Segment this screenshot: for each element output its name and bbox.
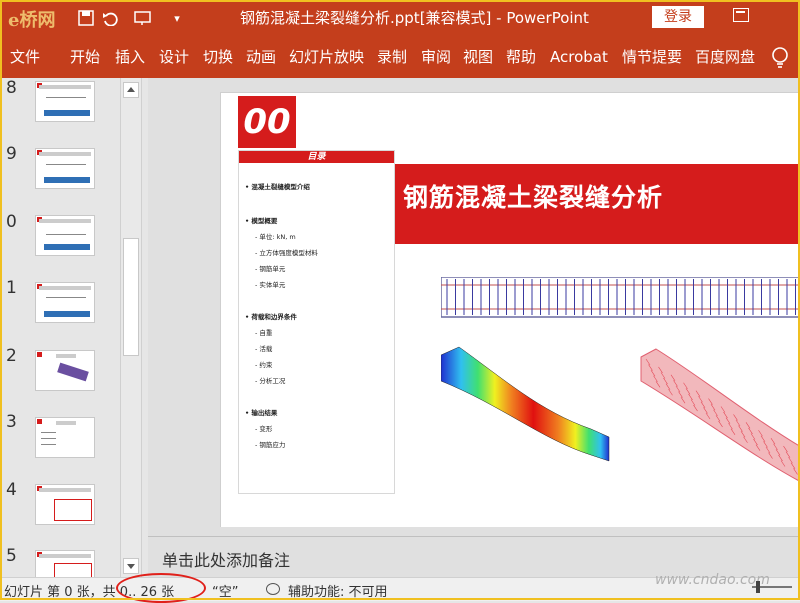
accessibility-status[interactable]: 辅助功能: 不可用 (288, 581, 388, 600)
notes-pane[interactable]: 单击此处添加备注 (148, 536, 800, 577)
slide-number: 9 (6, 144, 17, 164)
tab-design[interactable]: 设计 (159, 36, 189, 78)
beam-model-illustrations (441, 277, 800, 483)
tab-help[interactable]: 帮助 (506, 36, 536, 78)
tab-home[interactable]: 开始 (70, 36, 100, 78)
scrollbar-thumb[interactable] (123, 238, 139, 356)
tab-view[interactable]: 视图 (463, 36, 493, 78)
notes-placeholder[interactable]: 单击此处添加备注 (162, 547, 290, 571)
section-number-badge: 00 (238, 96, 296, 148)
slide-thumbnail[interactable] (35, 81, 95, 122)
tab-file[interactable]: 文件 (10, 36, 40, 78)
tab-transitions[interactable]: 切换 (203, 36, 233, 78)
customize-qat-icon[interactable]: ▾ (170, 6, 184, 30)
title-bar: e桥网 ▾ 钢筋混凝土梁裂缝分析.ppt[兼容模式] - PowerPoint … (0, 0, 800, 36)
ribbon-tabs: 文件 开始 插入 设计 切换 动画 幻灯片放映 录制 审阅 视图 帮助 Acro… (0, 36, 800, 78)
toc-item: - 自重 (255, 329, 273, 337)
toc-item: - 分析工况 (255, 377, 286, 385)
slide-number: 8 (6, 78, 17, 98)
toc-item: - 单位: kN, m (255, 233, 296, 241)
slide-canvas[interactable]: 00 目录 • 混凝土裂缝模型介绍 • 模型概要 - 单位: kN, m - 立… (220, 92, 800, 527)
lightbulb-icon[interactable] (770, 46, 790, 70)
tab-insert[interactable]: 插入 (115, 36, 145, 78)
thumbnail-scrollbar[interactable] (120, 78, 142, 578)
slide-thumbnail[interactable] (35, 215, 95, 256)
toc-item: - 变形 (255, 425, 273, 433)
slide-thumbnail[interactable] (35, 148, 95, 189)
slide-thumbnail[interactable] (35, 550, 95, 578)
slide-title: 钢筋混凝土梁裂缝分析 (403, 183, 664, 212)
slide-number: 1 (6, 278, 17, 298)
tab-record[interactable]: 录制 (377, 36, 407, 78)
crack-pattern-beam (640, 348, 800, 483)
login-button[interactable]: 登录 (652, 6, 704, 28)
tab-baidu-netdisk[interactable]: 百度网盘 (695, 36, 755, 78)
toc-item: - 钢筋单元 (255, 265, 286, 273)
toc-item: • 输出结果 (245, 409, 278, 417)
slide-thumbnail[interactable] (35, 484, 95, 525)
title-banner: 钢筋混凝土梁裂缝分析 (395, 164, 800, 244)
toc-item: - 约束 (255, 361, 273, 369)
toc-item: - 活载 (255, 345, 273, 353)
rebar-cage-illustration (441, 277, 800, 318)
slide-number: 4 (6, 480, 17, 500)
slide-number: 3 (6, 412, 17, 432)
save-icon[interactable] (74, 6, 98, 30)
toc-header: 目录 (239, 151, 394, 163)
fea-deformation-beam (441, 346, 610, 462)
toc-item: • 荷载和边界条件 (245, 313, 297, 321)
slide-number: 5 (6, 546, 17, 566)
tab-slideshow[interactable]: 幻灯片放映 (289, 36, 364, 78)
slide-number: 2 (6, 346, 17, 366)
window-title: 钢筋混凝土梁裂缝分析.ppt[兼容模式] - PowerPoint (240, 9, 589, 27)
toc-item: • 模型概要 (245, 217, 278, 225)
slide-thumbnail[interactable] (35, 282, 95, 323)
tab-storyboard[interactable]: 情节提要 (622, 36, 682, 78)
scroll-up-icon[interactable] (123, 82, 139, 98)
slide-number: 0 (6, 212, 17, 232)
scroll-down-icon[interactable] (123, 558, 139, 574)
toc-item: - 实体单元 (255, 281, 286, 289)
tab-acrobat[interactable]: Acrobat (550, 36, 608, 78)
undo-icon[interactable] (98, 6, 122, 30)
highlight-annotation (116, 573, 206, 603)
accessibility-icon (266, 583, 280, 595)
slide-thumbnail-pane: 8 9 0 1 2 3 4 5 (0, 78, 120, 578)
toc-item: - 钢筋应力 (255, 441, 286, 449)
tab-review[interactable]: 审阅 (421, 36, 451, 78)
tab-animations[interactable]: 动画 (246, 36, 276, 78)
zoom-slider-knob[interactable] (756, 581, 760, 593)
ribbon-display-options-icon[interactable] (733, 8, 749, 22)
toc-item: - 立方体强度模型材料 (255, 249, 318, 257)
language-status[interactable]: “空” (212, 581, 238, 600)
slide-thumbnail[interactable] (35, 350, 95, 391)
presentation-icon[interactable] (130, 6, 156, 30)
table-of-contents: 目录 • 混凝土裂缝模型介绍 • 模型概要 - 单位: kN, m - 立方体强… (238, 150, 395, 494)
toc-item: • 混凝土裂缝模型介绍 (245, 183, 310, 191)
logo-watermark: e桥网 (8, 10, 56, 31)
slide-thumbnail[interactable] (35, 417, 95, 458)
